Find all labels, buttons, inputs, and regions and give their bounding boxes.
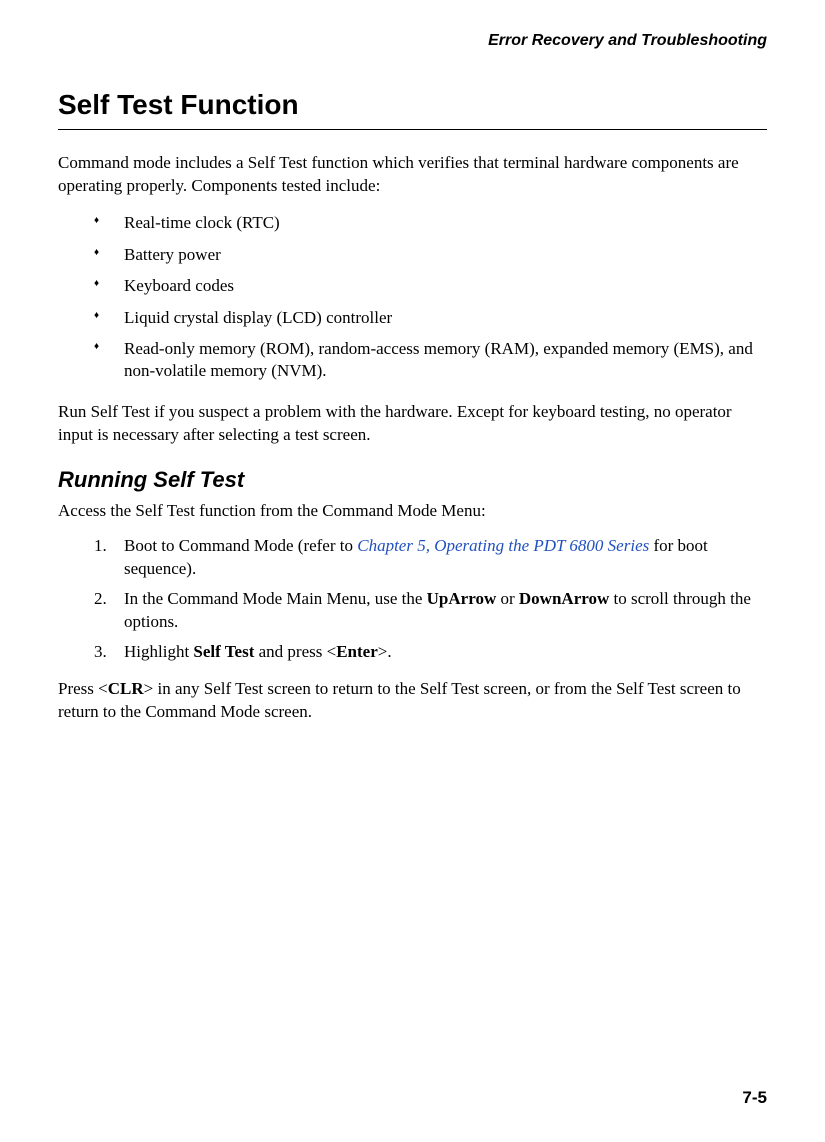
list-item: Read-only memory (ROM), random-access me… [94, 338, 767, 383]
subsection-intro: Access the Self Test function from the C… [58, 500, 767, 523]
step-text: Highlight [124, 642, 193, 661]
section-heading: Self Test Function [58, 86, 767, 124]
closing-text: > in any Self Test screen to return to t… [58, 679, 741, 721]
selftest-label: Self Test [193, 642, 254, 661]
chapter-link[interactable]: Chapter 5, Operating the PDT 6800 Series [357, 536, 649, 555]
steps-list: Boot to Command Mode (refer to Chapter 5… [58, 535, 767, 663]
closing-paragraph: Press <CLR> in any Self Test screen to r… [58, 678, 767, 724]
intro-paragraph: Command mode includes a Self Test functi… [58, 152, 767, 198]
keyname-clr: CLR [108, 679, 144, 698]
keyname-downarrow: DownArrow [519, 589, 609, 608]
keyname-enter: Enter [336, 642, 378, 661]
step-text: and press < [254, 642, 336, 661]
after-bullets-paragraph: Run Self Test if you suspect a problem w… [58, 401, 767, 447]
list-item: Real-time clock (RTC) [94, 212, 767, 234]
step-text: or [496, 589, 519, 608]
step-text: In the Command Mode Main Menu, use the [124, 589, 427, 608]
step-text: >. [378, 642, 392, 661]
step-item: In the Command Mode Main Menu, use the U… [94, 588, 767, 633]
step-item: Boot to Command Mode (refer to Chapter 5… [94, 535, 767, 580]
keyname-uparrow: UpArrow [427, 589, 497, 608]
step-item: Highlight Self Test and press <Enter>. [94, 641, 767, 663]
page-number: 7-5 [742, 1087, 767, 1110]
list-item: Liquid crystal display (LCD) controller [94, 307, 767, 329]
subsection-heading: Running Self Test [58, 465, 767, 495]
step-text: Boot to Command Mode (refer to [124, 536, 357, 555]
closing-text: Press < [58, 679, 108, 698]
components-list: Real-time clock (RTC) Battery power Keyb… [58, 212, 767, 383]
list-item: Keyboard codes [94, 275, 767, 297]
list-item: Battery power [94, 244, 767, 266]
running-header: Error Recovery and Troubleshooting [58, 30, 767, 52]
section-rule [58, 129, 767, 130]
